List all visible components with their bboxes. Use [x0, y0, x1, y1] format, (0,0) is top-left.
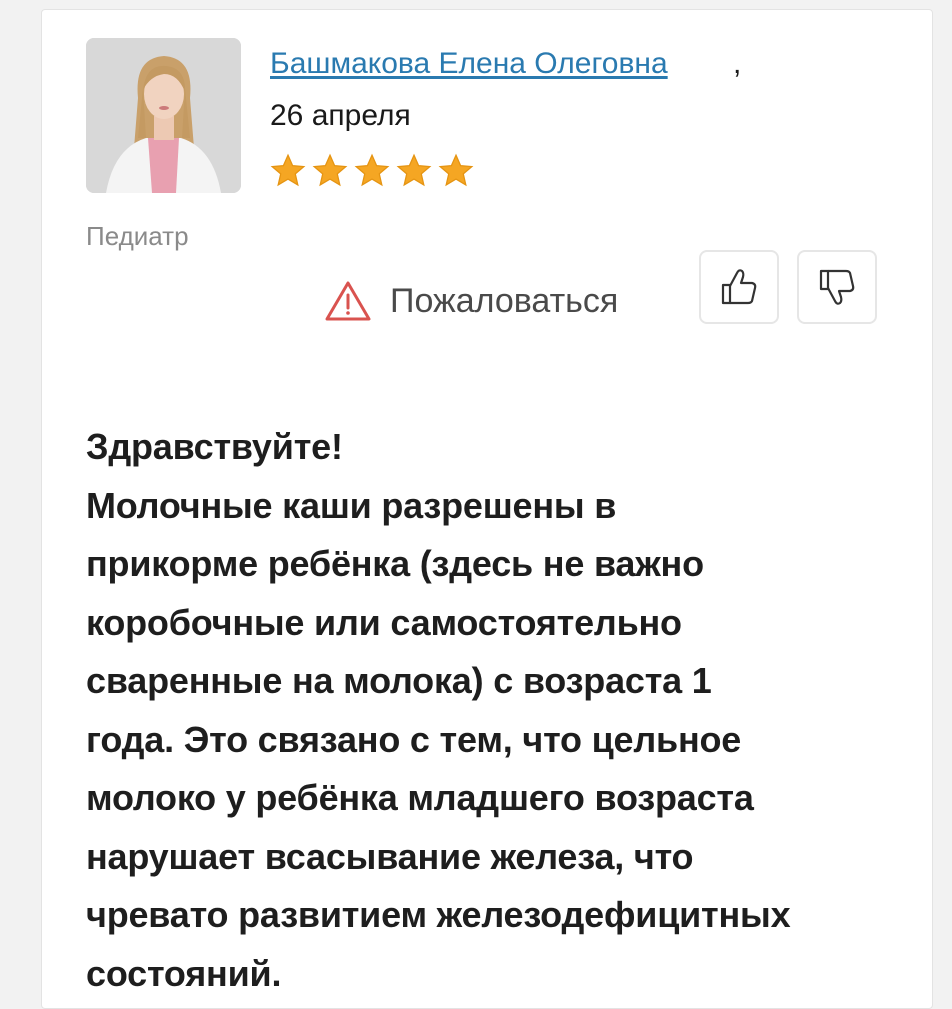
avatar[interactable]: [86, 38, 241, 193]
review-date: 26 апреля: [270, 99, 411, 132]
review-text-line: состояний.: [86, 952, 282, 994]
review-text-line: сваренные на молока) с возраста 1: [86, 660, 712, 701]
dislike-button[interactable]: [797, 250, 877, 324]
star-icon: [312, 153, 348, 187]
review-text: Здравствуйте! Молочные каши разрешены в …: [86, 418, 906, 1003]
like-button[interactable]: [699, 250, 779, 324]
star-icon: [270, 153, 306, 187]
author-link[interactable]: Башмакова Елена Олеговна: [270, 46, 668, 82]
review-text-line: года. Это связано с тем, что цельное: [86, 718, 742, 760]
review-text-line: Здравствуйте!: [86, 426, 343, 467]
warning-triangle-icon: [325, 281, 371, 321]
star-icon: [438, 153, 474, 187]
author-comma: ,: [733, 47, 742, 80]
review-text-line: нарушает всасывание железа, что: [86, 835, 694, 877]
doctor-specialty: Педиатр: [86, 221, 189, 251]
thumbs-down-icon: [819, 269, 855, 305]
review-text-line: чревато развитием железодефицитных: [86, 894, 791, 935]
review-text-line: Молочные каши разрешены в: [86, 484, 617, 526]
star-icon: [354, 153, 390, 187]
review-text-line: молоко у ребёнка младшего возраста: [86, 777, 754, 818]
review-text-line: прикорме ребёнка (здесь не важно: [86, 543, 704, 584]
review-text-line: коробочные или самостоятельно: [86, 601, 682, 643]
complain-button[interactable]: Пожаловаться: [324, 280, 618, 322]
doctor-photo: [86, 38, 241, 193]
star-icon: [396, 153, 432, 187]
review-card: Башмакова Елена Олеговна , 26 апреля Пед…: [41, 9, 933, 1009]
complain-label: Пожаловаться: [390, 282, 619, 320]
rating-stars: [268, 152, 476, 190]
thumbs-up-icon: [721, 269, 757, 305]
